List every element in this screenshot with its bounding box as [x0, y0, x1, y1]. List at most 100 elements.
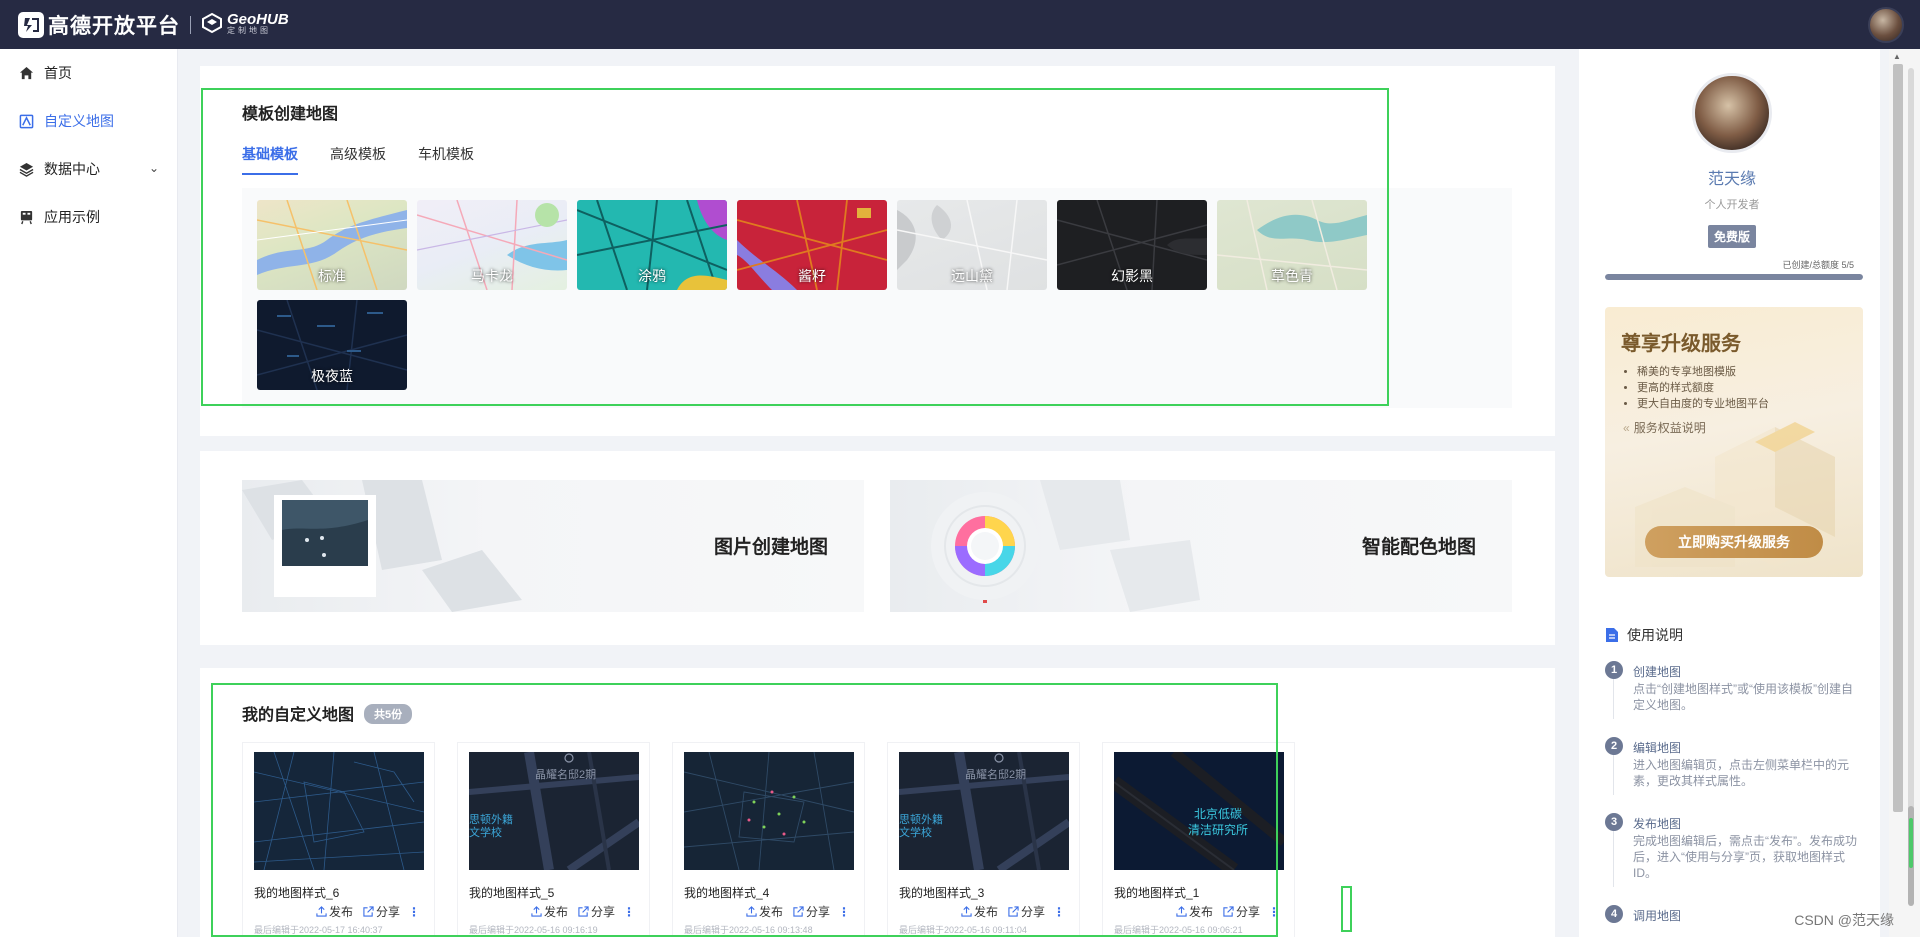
chevron-down-icon[interactable]: ⌄: [149, 161, 159, 175]
sidebar-item-home[interactable]: 首页: [0, 49, 177, 97]
scrollbar-thumb[interactable]: [1893, 64, 1903, 812]
publish-button[interactable]: 发布: [1176, 903, 1213, 920]
map-card[interactable]: 晶耀名邸2期 思顿外籍 文学校 我的地图样式_3 发布 分享 ⋮ 最后编辑于20…: [887, 742, 1080, 937]
share-icon: [1008, 906, 1019, 917]
upgrade-benefits: 稀美的专享地图模版 更高的样式额度 更大自由度的专业地图平台: [1627, 364, 1769, 412]
upgrade-card: 尊享升级服务 稀美的专享地图模版 更高的样式额度 更大自由度的专业地图平台 «服…: [1605, 307, 1863, 577]
template-grid: 标准 马卡龙 涂鸦 酱籽 远山黛 幻影黑 草色青 极夜蓝: [242, 188, 1512, 408]
sidebar-item-label: 应用示例: [44, 209, 100, 225]
step-connector: [1613, 823, 1614, 887]
tab-basic[interactable]: 基础模板: [242, 144, 298, 175]
publish-button[interactable]: 发布: [531, 903, 568, 920]
upload-icon: [746, 906, 757, 917]
image-map-banner[interactable]: 图片创建地图: [242, 480, 864, 612]
top-bar: 高德开放平台 GeoHUB 定制地图: [0, 0, 1920, 49]
map-card[interactable]: 晶耀名邸2期 思顿外籍 文学校 我的地图样式_5 发布 分享 ⋮ 最后编辑于20…: [457, 742, 650, 937]
upload-icon: [1176, 906, 1187, 917]
brand[interactable]: 高德开放平台 GeoHUB 定制地图: [18, 10, 289, 40]
profile-avatar[interactable]: [1692, 73, 1772, 153]
map-card[interactable]: 我的地图样式_4 发布 分享 ⋮ 最后编辑于2022-05-16 09:13:4…: [672, 742, 865, 937]
upgrade-title: 尊享升级服务: [1621, 333, 1741, 355]
geohub-logo: GeoHUB 定制地图: [201, 12, 289, 37]
last-edited: 最后编辑于2022-05-16 09:06:21: [1114, 925, 1243, 935]
quota-progress-bar: [1605, 274, 1863, 280]
watermark: CSDN @范天缘: [1794, 912, 1894, 928]
share-button[interactable]: 分享: [363, 903, 400, 920]
step-number: 1: [1605, 661, 1623, 679]
template-card-graffiti[interactable]: 涂鸦: [577, 200, 727, 290]
image-map-title: 图片创建地图: [713, 537, 828, 558]
buy-upgrade-button[interactable]: 立即购买升级服务: [1645, 526, 1823, 558]
quota-progress-fill: [1605, 274, 1863, 280]
template-card-yuanshandai[interactable]: 远山黛: [897, 200, 1047, 290]
share-icon: [363, 906, 374, 917]
map-name: 我的地图样式_1: [1114, 886, 1200, 900]
publish-button[interactable]: 发布: [746, 903, 783, 920]
upload-icon: [316, 906, 327, 917]
amap-logo-icon: [18, 11, 44, 38]
smart-color-map-banner[interactable]: 智能配色地图: [890, 480, 1512, 612]
scroll-up-arrow-icon[interactable]: ▲: [1893, 52, 1901, 61]
share-button[interactable]: 分享: [793, 903, 830, 920]
last-edited: 最后编辑于2022-05-16 09:16:19: [469, 925, 598, 935]
template-card-polar-blue[interactable]: 极夜蓝: [257, 300, 407, 390]
step-description: 点击“创建地图样式”或“使用该模板”创建自定义地图。: [1633, 682, 1853, 712]
map-school-label: 思顿外籍 文学校: [469, 814, 513, 839]
more-icon[interactable]: ⋮: [1268, 905, 1280, 919]
share-icon: [793, 906, 804, 917]
map-poi-label: 晶耀名邸2期: [535, 769, 597, 781]
map-thumbnail[interactable]: [254, 752, 424, 870]
upload-icon: [961, 906, 972, 917]
template-card-phantom-black[interactable]: 幻影黑: [1057, 200, 1207, 290]
sidebar-item-label: 自定义地图: [44, 113, 114, 129]
step-title: 发布地图: [1633, 817, 1682, 831]
last-edited: 最后编辑于2022-05-16 09:11:04: [899, 925, 1027, 935]
map-school-label: 思顿外籍 文学校: [899, 814, 943, 839]
step-description: 完成地图编辑后，需点击“发布”。发布成功后，进入“使用与分享”页，获取地图样式I…: [1633, 834, 1857, 880]
template-label: 马卡龙: [471, 268, 513, 284]
app-demo-icon: [18, 209, 34, 225]
tab-advanced[interactable]: 高级模板: [330, 144, 386, 175]
tab-vehicle[interactable]: 车机模板: [418, 144, 474, 175]
my-maps-section: 我的自定义地图 共5份 我的地图样式_6 发布 分享 ⋮ 最后编辑于2022-05…: [200, 668, 1555, 937]
share-button[interactable]: 分享: [578, 903, 615, 920]
map-thumbnail[interactable]: 北京低碳 清洁研究所: [1114, 752, 1284, 870]
my-maps-title: 我的自定义地图 共5份: [242, 701, 413, 725]
more-icon[interactable]: ⋮: [838, 905, 850, 919]
more-icon[interactable]: ⋮: [1053, 905, 1065, 919]
template-card-jiangzi[interactable]: 酱籽: [737, 200, 887, 290]
share-icon: [1223, 906, 1234, 917]
map-card[interactable]: 北京低碳 清洁研究所 我的地图样式_1 发布 分享 ⋮ 最后编辑于2022-05…: [1102, 742, 1295, 937]
map-thumbnail[interactable]: [684, 752, 854, 870]
template-card-standard[interactable]: 标准: [257, 200, 407, 290]
template-label: 草色青: [1271, 268, 1313, 284]
more-icon[interactable]: ⋮: [623, 905, 635, 919]
service-benefits-link[interactable]: «服务权益说明: [1623, 419, 1706, 436]
publish-button[interactable]: 发布: [961, 903, 998, 920]
last-edited: 最后编辑于2022-05-16 09:13:48: [684, 925, 813, 935]
map-thumbnail[interactable]: 晶耀名邸2期 思顿外籍 文学校: [469, 752, 639, 870]
map-name: 我的地图样式_4: [684, 886, 770, 900]
publish-button[interactable]: 发布: [316, 903, 353, 920]
template-label: 远山黛: [951, 268, 993, 284]
profile-panel: 范天缘 个人开发者 免费版 已创建/总额度 5/5 尊享升级服务 稀美的专享地图…: [1579, 49, 1880, 937]
document-icon: [1606, 628, 1618, 642]
more-icon[interactable]: ⋮: [408, 905, 420, 919]
map-card[interactable]: 我的地图样式_6 发布 分享 ⋮ 最后编辑于2022-05-17 16:40:3…: [242, 742, 435, 937]
panel-scrollbar[interactable]: [1908, 68, 1914, 856]
sidebar-item-custom-map[interactable]: 自定义地图: [0, 97, 177, 145]
template-section: 模板创建地图 基础模板 高级模板 车机模板 标准 马卡龙 涂鸦 酱籽 远山黛 幻…: [200, 66, 1555, 436]
benefit-item: 稀美的专享地图模版: [1637, 364, 1769, 380]
template-card-grass-green[interactable]: 草色青: [1217, 200, 1367, 290]
template-tabs: 基础模板 高级模板 车机模板: [242, 144, 506, 175]
template-card-macaron[interactable]: 马卡龙: [417, 200, 567, 290]
user-avatar[interactable]: [1868, 7, 1904, 43]
map-thumbnail[interactable]: 晶耀名邸2期 思顿外籍 文学校: [899, 752, 1069, 870]
smart-color-map-title: 智能配色地图: [1361, 537, 1476, 558]
share-button[interactable]: 分享: [1223, 903, 1260, 920]
sidebar-item-data-center[interactable]: 数据中心 ⌄: [0, 145, 177, 193]
sidebar-item-app-demo[interactable]: 应用示例: [0, 193, 177, 241]
share-button[interactable]: 分享: [1008, 903, 1045, 920]
sidebar-item-label: 首页: [44, 65, 72, 81]
template-label: 极夜蓝: [311, 368, 353, 384]
